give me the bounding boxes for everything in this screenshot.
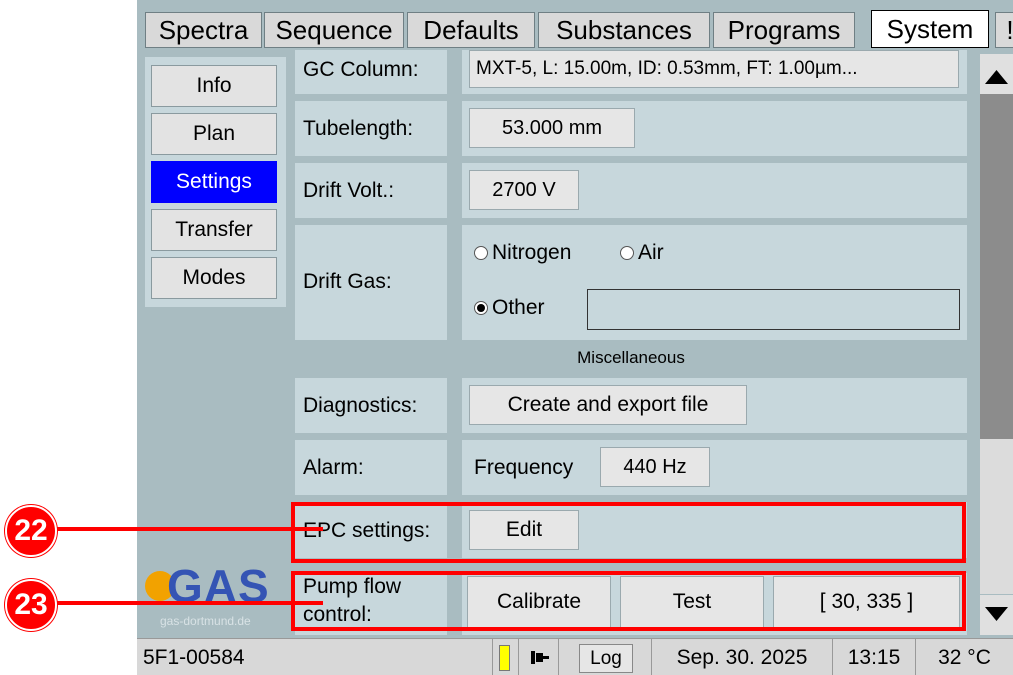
radio-air-label: Air bbox=[638, 241, 664, 264]
diagnostics-label-cell: Diagnostics: bbox=[295, 378, 447, 433]
radio-air-dot bbox=[620, 246, 634, 260]
device-id: 5F1-00584 bbox=[143, 646, 245, 669]
section-miscellaneous: Miscellaneous bbox=[577, 348, 685, 367]
callout-23-line bbox=[55, 601, 323, 605]
tab-sequence[interactable]: Sequence bbox=[264, 12, 404, 48]
side-modes-button[interactable]: Modes bbox=[151, 257, 277, 299]
callout-22-highlight bbox=[291, 502, 966, 563]
battery-icon bbox=[499, 645, 510, 671]
tab-defaults[interactable]: Defaults bbox=[407, 12, 535, 48]
gc-column-value-cell: MXT-5, L: 15.00m, ID: 0.53mm, FT: 1.00µm… bbox=[462, 50, 967, 94]
side-info-button[interactable]: Info bbox=[151, 65, 277, 107]
status-bar: 5F1-00584 Log Sep. 30. 2025 13:15 32 °C bbox=[137, 638, 1013, 675]
alarm-label-cell: Alarm: bbox=[295, 440, 447, 495]
tab-substances[interactable]: Substances bbox=[538, 12, 710, 48]
tab-bar: Spectra Sequence Defaults Substances Pro… bbox=[137, 0, 1013, 50]
side-transfer-button[interactable]: Transfer bbox=[151, 209, 277, 251]
logo-url: gas-dortmund.de bbox=[160, 614, 251, 628]
arrow-down-icon bbox=[985, 607, 1008, 621]
tab-system[interactable]: System bbox=[871, 10, 989, 48]
side-menu: Info Plan Settings Transfer Modes bbox=[145, 57, 286, 307]
callout-22-line bbox=[55, 527, 323, 531]
status-indicator bbox=[492, 639, 518, 675]
frequency-label: Frequency bbox=[474, 456, 574, 479]
scroll-down-button[interactable] bbox=[980, 595, 1013, 635]
create-export-file-button[interactable]: Create and export file bbox=[469, 385, 747, 425]
frequency-field[interactable]: 440 Hz bbox=[600, 447, 710, 487]
radio-nitrogen[interactable]: Nitrogen bbox=[474, 241, 571, 265]
log-button[interactable]: Log bbox=[579, 644, 633, 673]
other-gas-input[interactable] bbox=[587, 289, 960, 330]
arrow-up-icon bbox=[985, 70, 1008, 84]
tubelength-label: Tubelength: bbox=[303, 117, 414, 140]
status-temperature: 32 °C bbox=[915, 639, 1013, 675]
drift-volt-value-cell: 2700 V bbox=[462, 163, 967, 218]
gc-column-field[interactable]: MXT-5, L: 15.00m, ID: 0.53mm, FT: 1.00µm… bbox=[469, 50, 959, 88]
callout-22-badge: 22 bbox=[5, 505, 57, 557]
tubelength-value-cell: 53.000 mm bbox=[462, 101, 967, 156]
alarm-value-cell: Frequency 440 Hz bbox=[462, 440, 967, 495]
tab-spectra[interactable]: Spectra bbox=[145, 12, 262, 48]
radio-other-dot bbox=[474, 301, 488, 315]
tubelength-field[interactable]: 53.000 mm bbox=[469, 108, 635, 148]
status-time: 13:15 bbox=[832, 639, 915, 675]
side-settings-button[interactable]: Settings bbox=[151, 161, 277, 203]
callout-23-badge: 23 bbox=[5, 579, 57, 631]
radio-nitrogen-dot bbox=[474, 246, 488, 260]
drift-gas-value-cell: Nitrogen Air Other bbox=[462, 225, 967, 340]
tubelength-label-cell: Tubelength: bbox=[295, 101, 447, 156]
gas-logo: GAS gas-dortmund.de bbox=[145, 560, 286, 635]
side-plan-button[interactable]: Plan bbox=[151, 113, 277, 155]
gc-column-label: GC Column: bbox=[303, 58, 419, 81]
plug-glyph-icon bbox=[531, 651, 549, 664]
drift-gas-label: Drift Gas: bbox=[303, 270, 392, 293]
radio-other-label: Other bbox=[492, 296, 545, 319]
status-date: Sep. 30. 2025 bbox=[651, 639, 832, 675]
alarm-label: Alarm: bbox=[303, 456, 364, 479]
gc-column-label-cell: GC Column: bbox=[295, 50, 447, 94]
scroll-up-button[interactable] bbox=[980, 54, 1013, 94]
tab-alerts[interactable]: ! bbox=[995, 12, 1013, 48]
radio-other[interactable]: Other bbox=[474, 296, 545, 320]
scrollbar-thumb[interactable] bbox=[980, 94, 1013, 439]
drift-volt-field[interactable]: 2700 V bbox=[469, 170, 579, 210]
drift-volt-label: Drift Volt.: bbox=[303, 179, 395, 202]
drift-gas-label-cell: Drift Gas: bbox=[295, 225, 447, 340]
drift-volt-label-cell: Drift Volt.: bbox=[295, 163, 447, 218]
radio-air[interactable]: Air bbox=[620, 241, 664, 265]
radio-nitrogen-label: Nitrogen bbox=[492, 241, 572, 264]
callout-23-highlight bbox=[291, 571, 966, 631]
diagnostics-label: Diagnostics: bbox=[303, 394, 418, 417]
tab-programs[interactable]: Programs bbox=[713, 12, 855, 48]
diagnostics-value-cell: Create and export file bbox=[462, 378, 967, 433]
plug-icon bbox=[518, 639, 558, 675]
log-cell: Log bbox=[558, 639, 651, 675]
